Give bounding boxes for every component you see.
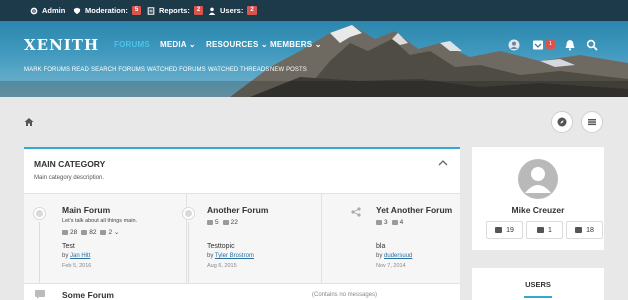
messages-icon — [391, 220, 398, 225]
gear-icon — [30, 7, 38, 14]
reports-label: Reports: — [159, 6, 190, 15]
last-post-title[interactable]: bla — [376, 243, 385, 250]
threads-icon — [62, 229, 68, 235]
user-name[interactable]: Mike Creuzer — [472, 205, 604, 215]
site-header: XENITH FORUMS MEDIA ⌄ RESOURCES ⌄ MEMBER… — [0, 21, 628, 97]
last-post-user-link[interactable]: dudersuud — [384, 253, 412, 259]
main-category-panel: MAIN CATEGORY Main category description.… — [24, 147, 460, 300]
inbox-badge: 1 — [546, 40, 555, 49]
last-post-title[interactable]: Testtopic — [207, 243, 235, 250]
nav-media[interactable]: MEDIA ⌄ — [160, 40, 196, 49]
category-description: Main category description. — [34, 175, 105, 181]
admin-label: Admin — [42, 6, 66, 15]
users-widget-title: USERS — [525, 280, 551, 289]
nav-resources[interactable]: RESOURCES ⌄ — [206, 40, 268, 49]
last-post-author: by dudersuud — [376, 253, 413, 259]
threads-icon — [376, 220, 382, 225]
forum-description: Let's talk about all things main. — [62, 218, 138, 224]
avatar[interactable] — [518, 159, 558, 199]
moderation-link[interactable]: Moderation: 5 — [73, 0, 142, 21]
default-avatar-icon — [525, 167, 551, 193]
subnav-watched-forums[interactable]: WATCHED FORUMS — [147, 67, 206, 73]
forum-title[interactable]: Another Forum — [207, 205, 268, 215]
forum-title[interactable]: Some Forum — [62, 290, 114, 300]
users-label: Users: — [220, 6, 244, 15]
last-post-author: by Tyler Brostrom — [207, 253, 254, 259]
threads-icon — [207, 220, 213, 225]
site-logo[interactable]: XENITH — [24, 36, 99, 54]
last-post-author: by Jan Hitt — [62, 253, 91, 259]
shield-icon — [73, 7, 81, 14]
report-icon — [147, 6, 155, 15]
forum-icon — [35, 290, 45, 299]
trophies-stat[interactable]: 18 — [566, 221, 603, 239]
messages-stat[interactable]: 19 — [486, 221, 523, 239]
messages-icon — [81, 229, 88, 235]
forum-some: Some Forum (Contains no messages) — [24, 283, 460, 300]
user-card: Mike Creuzer 19 1 18 — [472, 147, 604, 250]
forum-main: Main Forum Let's talk about all things m… — [24, 194, 187, 284]
likes-stat[interactable]: 1 — [526, 221, 563, 239]
admin-link[interactable]: Admin — [30, 0, 65, 21]
compass-button[interactable] — [551, 111, 573, 133]
mountain-banner-image — [0, 25, 628, 97]
forum-status-icon — [183, 208, 194, 219]
moderation-label: Moderation: — [85, 6, 128, 15]
admin-bar: Admin Moderation: 5 Reports: 2 Users: 2 — [0, 0, 628, 21]
last-post-date: Nov 7, 2014 — [376, 263, 406, 269]
like-icon — [537, 227, 545, 233]
nav-members[interactable]: MEMBERS ⌄ — [270, 40, 322, 49]
menu-button[interactable] — [581, 111, 603, 133]
moderation-badge: 5 — [131, 6, 142, 15]
search-icon[interactable] — [586, 39, 598, 51]
trophy-icon — [575, 227, 583, 233]
last-post-date: Feb 5, 2016 — [62, 263, 92, 269]
forum-stats: 5 22 — [207, 219, 242, 226]
nav-forums[interactable]: FORUMS — [114, 40, 150, 49]
reports-link[interactable]: Reports: 2 — [147, 0, 204, 21]
subnav-new-posts[interactable]: NEW POSTS — [270, 67, 307, 73]
bell-icon[interactable] — [564, 39, 576, 51]
users-badge: 2 — [247, 6, 257, 15]
menu-icon — [588, 119, 596, 126]
forum-stats: 3 4 — [376, 219, 407, 226]
subforums-icon — [100, 229, 107, 235]
subforums-dropdown[interactable]: 2 ⌄ — [108, 228, 119, 236]
forum-row: Main Forum Let's talk about all things m… — [24, 193, 460, 284]
subnav-mark-forums-read[interactable]: MARK FORUMS READ — [24, 67, 89, 73]
last-post-user-link[interactable]: Jan Hitt — [70, 253, 90, 259]
messages-icon — [222, 220, 229, 225]
inbox-icon[interactable] — [532, 39, 544, 51]
forum-empty-note: (Contains no messages) — [312, 292, 378, 298]
link-forum-icon — [351, 207, 361, 217]
message-icon — [495, 227, 503, 233]
forum-status-icon — [34, 208, 45, 219]
users-link[interactable]: Users: 2 — [208, 0, 257, 21]
reports-badge: 2 — [193, 6, 204, 15]
last-post-date: Aug 6, 2015 — [207, 263, 237, 269]
forum-title[interactable]: Main Forum — [62, 205, 110, 215]
last-post-user-link[interactable]: Tyler Brostrom — [215, 253, 254, 259]
user-icon — [208, 7, 216, 15]
forum-title[interactable]: Yet Another Forum — [376, 205, 452, 215]
users-widget: USERS — [472, 268, 604, 300]
subnav-search-forums[interactable]: SEARCH FORUMS — [91, 67, 145, 73]
forum-another: Another Forum 5 22 Testtopic by Tyler Br… — [177, 194, 322, 284]
home-icon[interactable] — [24, 117, 34, 127]
compass-icon — [557, 117, 567, 127]
chevron-up-icon[interactable] — [438, 159, 448, 167]
last-post-title[interactable]: Test — [62, 243, 75, 250]
user-icon[interactable] — [508, 39, 520, 51]
subnav-watched-threads[interactable]: WATCHED THREADS — [208, 67, 269, 73]
forum-stats: 28 82 2 ⌄ — [62, 228, 123, 236]
category-title[interactable]: MAIN CATEGORY — [34, 159, 105, 169]
forum-yet-another: Yet Another Forum 3 4 bla by dudersuud N… — [322, 194, 460, 284]
